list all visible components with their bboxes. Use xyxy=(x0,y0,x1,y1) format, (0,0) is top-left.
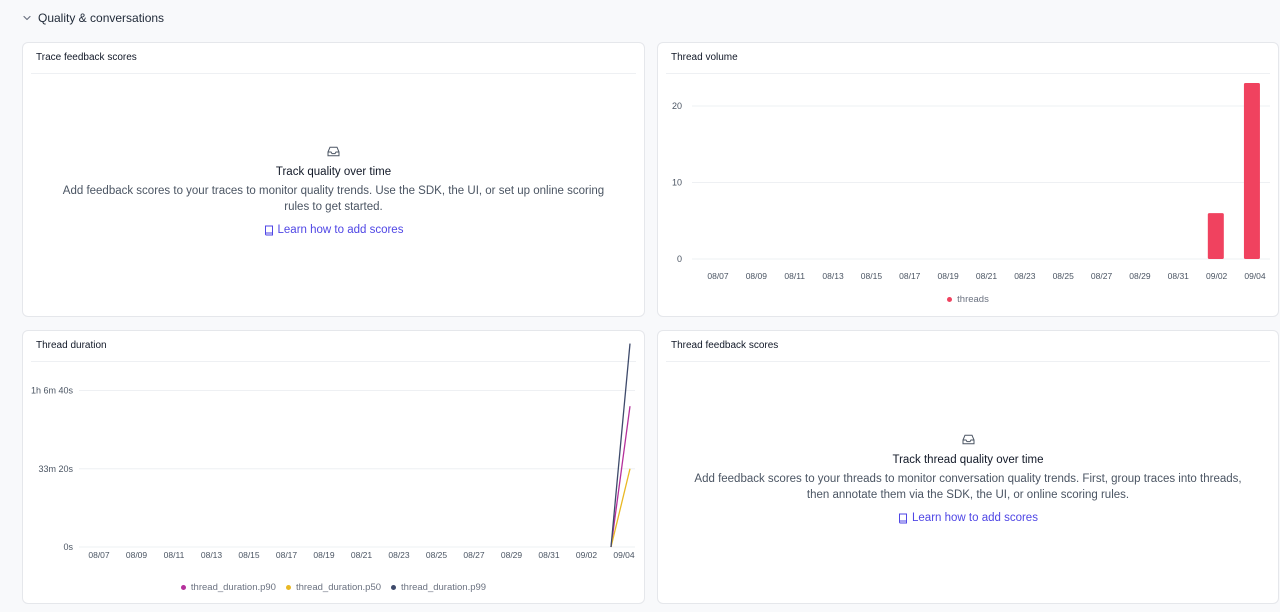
x-tick-label: 08/09 xyxy=(746,271,768,281)
empty-description-line2: rules to get started. xyxy=(284,201,383,213)
legend-label: thread_duration.p99 xyxy=(401,582,487,593)
learn-scores-link[interactable]: Learn how to add scores xyxy=(898,512,1038,524)
x-tick-label: 08/25 xyxy=(426,550,448,560)
section-title: Quality & conversations xyxy=(38,11,165,25)
x-tick-label: 08/27 xyxy=(1091,271,1113,281)
x-tick-label: 08/21 xyxy=(976,271,998,281)
thread-duration-chart: 0s 33m 20s 1h 6m 40s 08/07 08/09 08/11 08/13 08… xyxy=(31,343,635,560)
legend-dot xyxy=(285,585,291,590)
x-tick-label: 08/29 xyxy=(501,550,523,560)
x-tick-label: 08/15 xyxy=(238,550,260,560)
card-title: Thread feedback scores xyxy=(671,340,779,351)
trace-feedback-card: Trace feedback scores Track quality over… xyxy=(22,42,645,317)
x-tick-label: 08/11 xyxy=(164,550,185,560)
card-divider xyxy=(666,361,1270,362)
y-tick-label: 33m 20s xyxy=(38,464,73,474)
bar xyxy=(1207,213,1224,259)
x-tick-label: 09/02 xyxy=(1206,271,1228,281)
book-icon xyxy=(899,513,908,523)
series-line-p90 xyxy=(610,406,631,548)
inbox-icon xyxy=(327,146,340,157)
x-tick-label: 08/17 xyxy=(276,550,298,560)
x-tick-label: 08/25 xyxy=(1053,271,1075,281)
chart-legend: threads xyxy=(658,294,1278,305)
x-tick-label: 09/04 xyxy=(613,550,635,560)
x-tick-label: 08/11 xyxy=(784,271,805,281)
empty-title: Track thread quality over time xyxy=(892,454,1044,466)
legend-dot xyxy=(180,585,186,590)
x-tick-label: 08/21 xyxy=(351,550,373,560)
legend-item-p50[interactable]: thread_duration.p50 xyxy=(285,582,382,593)
x-tick-label: 08/29 xyxy=(1129,271,1151,281)
x-tick-label: 08/23 xyxy=(1014,271,1036,281)
x-tick-label: 08/07 xyxy=(88,550,110,560)
legend-label: threads xyxy=(957,294,989,305)
empty-title: Track quality over time xyxy=(275,166,392,178)
empty-state: Track thread quality over time Add feedb… xyxy=(658,434,1278,529)
x-tick-label: 08/19 xyxy=(938,271,960,281)
bar xyxy=(1243,83,1260,259)
empty-description-line1: Add feedback scores to your traces to mo… xyxy=(62,185,605,197)
card-title: Trace feedback scores xyxy=(36,52,137,63)
inbox-icon xyxy=(962,434,974,445)
y-tick-label: 20 xyxy=(672,101,682,111)
y-tick-label: 0 xyxy=(677,254,682,264)
empty-description-line2: then annotate them via the SDK, the UI, … xyxy=(806,489,1130,501)
empty-state: Track quality over time Add feedback sco… xyxy=(23,146,644,241)
section-header-quality[interactable]: Quality & conversations xyxy=(22,11,164,25)
learn-scores-link-label: Learn how to add scores xyxy=(277,224,404,236)
y-tick-label: 10 xyxy=(672,177,682,187)
x-tick-label: 08/13 xyxy=(822,271,844,281)
card-divider xyxy=(31,73,636,74)
learn-scores-link-label: Learn how to add scores xyxy=(912,512,1038,524)
x-tick-label: 08/23 xyxy=(388,550,410,560)
legend-item-p99[interactable]: thread_duration.p99 xyxy=(391,582,486,593)
y-tick-label: 0s xyxy=(63,542,73,552)
thread-volume-card: Thread volume 0 10 20 08/07 08/09 08/11 08/13 0… xyxy=(657,42,1279,317)
x-tick-label: 08/13 xyxy=(201,550,223,560)
legend-label: thread_duration.p50 xyxy=(295,582,382,593)
x-tick-label: 08/31 xyxy=(1168,271,1190,281)
empty-description-line1: Add feedback scores to your threads to m… xyxy=(694,473,1242,485)
x-tick-label: 09/02 xyxy=(576,550,598,560)
x-tick-label: 08/19 xyxy=(313,550,335,560)
book-icon xyxy=(264,225,273,235)
x-tick-label: 08/07 xyxy=(707,271,729,281)
y-tick-label: 1h 6m 40s xyxy=(31,386,74,396)
x-tick-label: 08/09 xyxy=(126,550,148,560)
x-tick-label: 08/27 xyxy=(463,550,485,560)
legend-dot xyxy=(391,585,397,590)
legend-item-p90[interactable]: thread_duration.p90 xyxy=(180,582,276,593)
chart-legend: thread_duration.p90 thread_duration.p50 … xyxy=(23,582,644,593)
x-tick-label: 08/31 xyxy=(538,550,560,560)
legend-dot xyxy=(947,297,953,302)
chevron-down-icon xyxy=(23,15,31,21)
learn-scores-link[interactable]: Learn how to add scores xyxy=(264,224,404,236)
x-tick-label: 08/17 xyxy=(899,271,921,281)
thread-feedback-card: Thread feedback scores Track thread qual… xyxy=(657,330,1279,604)
x-tick-label: 09/04 xyxy=(1244,271,1266,281)
thread-volume-chart: 0 10 20 08/07 08/09 08/11 08/13 08/15 08/17 08/19… xyxy=(672,83,1270,281)
legend-item-threads[interactable]: threads xyxy=(947,294,989,305)
x-tick-label: 08/15 xyxy=(861,271,883,281)
series-line-p99 xyxy=(610,343,631,548)
thread-duration-card: Thread duration 0s 33m 20s 1h 6m 40s 08/07 0… xyxy=(22,330,645,604)
legend-label: thread_duration.p90 xyxy=(190,582,276,593)
